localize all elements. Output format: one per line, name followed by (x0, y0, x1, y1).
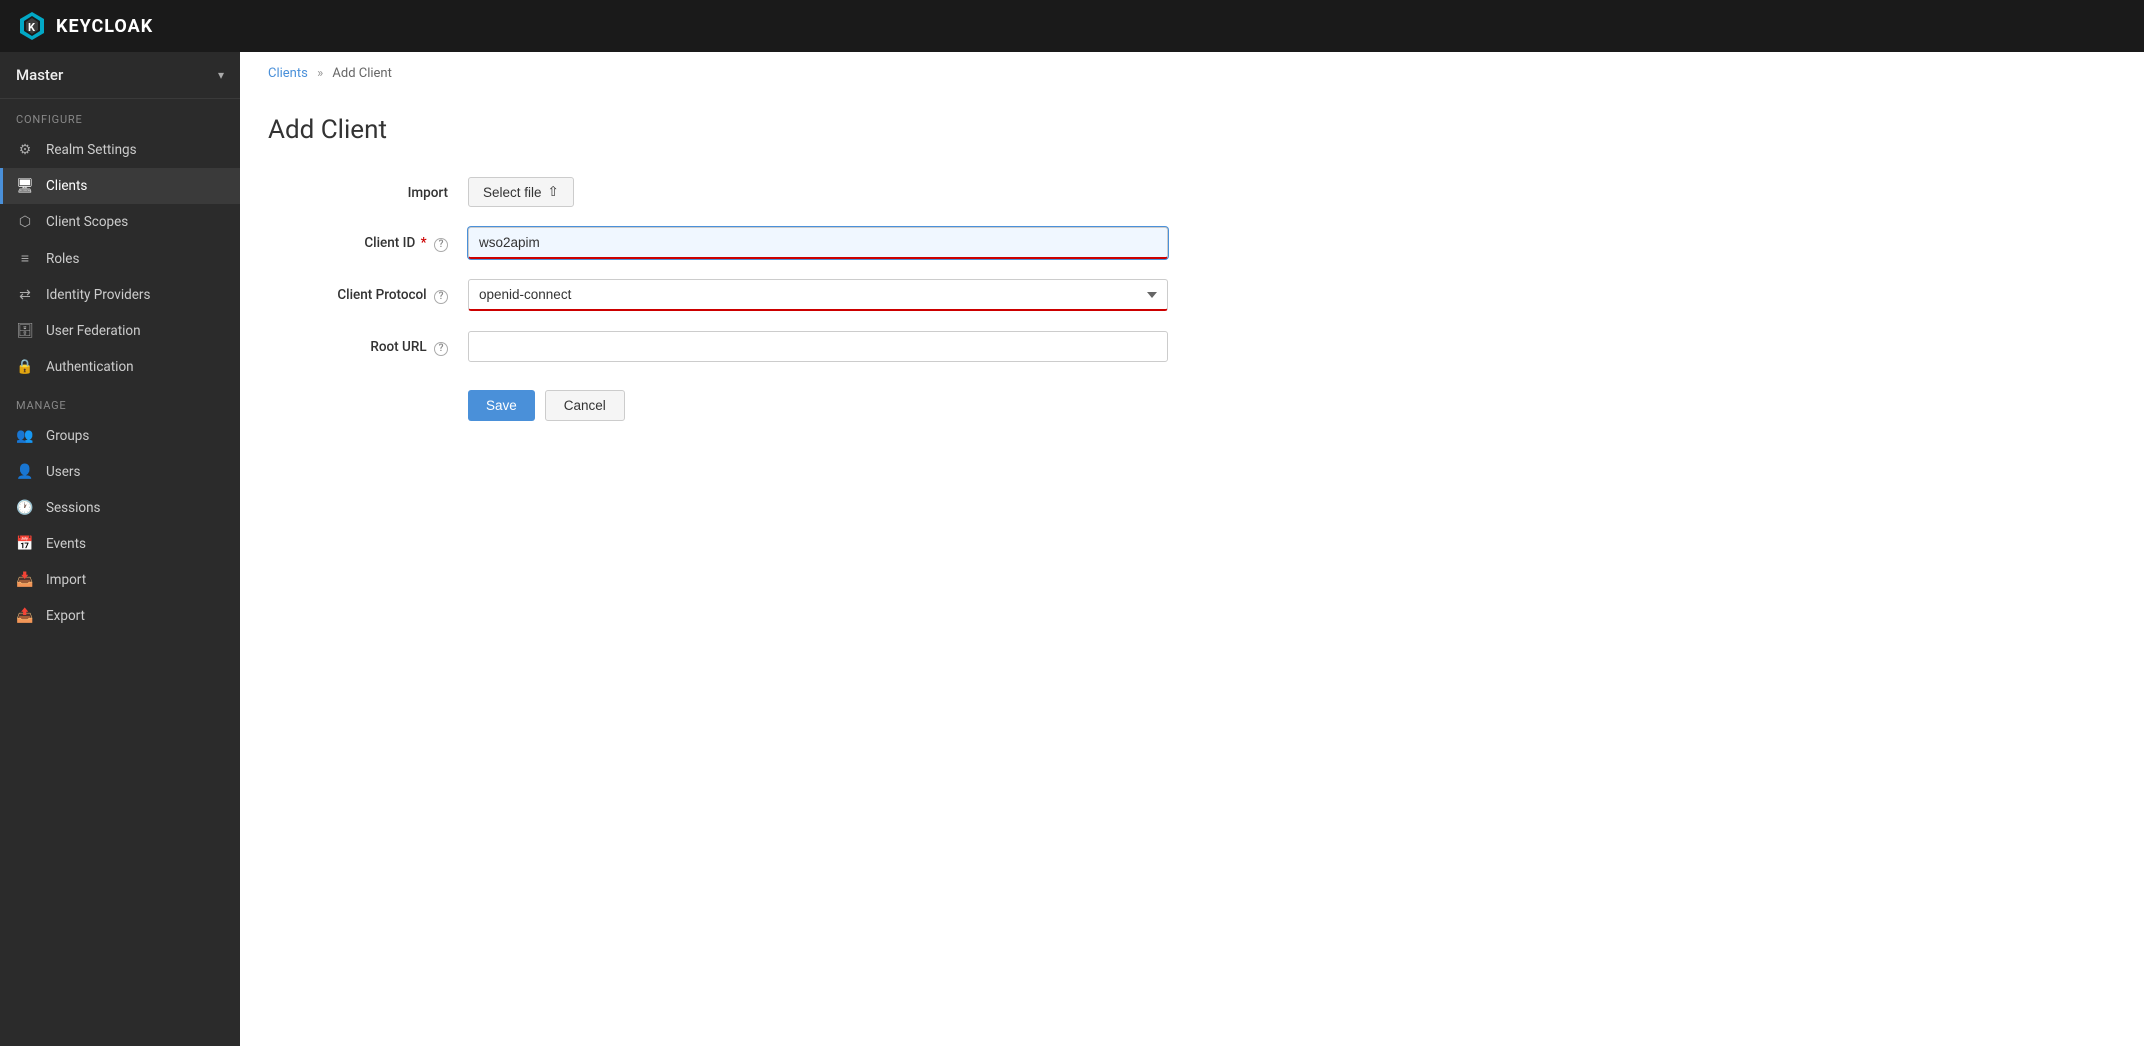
sidebar-item-label: Clients (46, 178, 87, 194)
client-scopes-icon: ⬡ (16, 214, 34, 230)
groups-icon: 👥 (16, 428, 34, 444)
realm-name: Master (16, 66, 63, 84)
client-id-label: Client ID * ? (268, 227, 468, 252)
sidebar-item-label: Realm Settings (46, 142, 137, 158)
root-url-label: Root URL ? (268, 331, 468, 356)
import-icon: 📥 (16, 572, 34, 588)
sidebar-item-client-scopes[interactable]: ⬡ Client Scopes (0, 204, 240, 240)
topbar: K KEYCLOAK (0, 0, 2144, 52)
client-protocol-row: Client Protocol ? openid-connect saml (268, 279, 1168, 311)
main-content: Clients » Add Client Add Client Import S… (240, 52, 2144, 1046)
sidebar-item-label: User Federation (46, 323, 141, 339)
import-control: Select file ⇧ (468, 177, 1168, 207)
brand-logo: K KEYCLOAK (16, 10, 153, 42)
select-file-button[interactable]: Select file ⇧ (468, 177, 574, 207)
sidebar-item-authentication[interactable]: 🔒 Authentication (0, 349, 240, 385)
sidebar-item-sessions[interactable]: 🕐 Sessions (0, 490, 240, 526)
sidebar-item-events[interactable]: 📅 Events (0, 526, 240, 562)
manage-section-label: Manage (0, 385, 240, 418)
client-protocol-help-icon[interactable]: ? (434, 290, 448, 304)
user-federation-icon: 🗄 (16, 323, 34, 339)
export-icon: 📤 (16, 608, 34, 624)
sidebar: Master ▾ Configure ⚙ Realm Settings 🖥 Cl… (0, 52, 240, 1046)
import-row: Import Select file ⇧ (268, 177, 1168, 207)
breadcrumb-current: Add Client (332, 66, 391, 81)
add-client-form: Import Select file ⇧ Client ID * ? (268, 177, 1168, 421)
svg-text:K: K (28, 21, 36, 34)
sidebar-item-label: Client Scopes (46, 214, 128, 230)
sidebar-item-label: Export (46, 608, 85, 624)
breadcrumb-parent[interactable]: Clients (268, 66, 308, 81)
realm-chevron-icon: ▾ (218, 68, 224, 82)
clients-icon: 🖥 (16, 178, 34, 194)
sidebar-item-realm-settings[interactable]: ⚙ Realm Settings (0, 132, 240, 168)
save-button[interactable]: Save (468, 390, 535, 421)
root-url-control (468, 331, 1168, 362)
sessions-icon: 🕐 (16, 500, 34, 516)
client-protocol-select[interactable]: openid-connect saml (468, 279, 1168, 311)
client-id-help-icon[interactable]: ? (434, 238, 448, 252)
users-icon: 👤 (16, 464, 34, 480)
sidebar-item-identity-providers[interactable]: ⇄ Identity Providers (0, 277, 240, 313)
client-id-input[interactable] (468, 227, 1168, 259)
sidebar-item-label: Roles (46, 251, 79, 267)
root-url-row: Root URL ? (268, 331, 1168, 362)
brand-name: KEYCLOAK (56, 16, 153, 37)
authentication-icon: 🔒 (16, 359, 34, 375)
identity-providers-icon: ⇄ (16, 287, 34, 303)
sidebar-item-label: Events (46, 536, 86, 552)
sidebar-item-users[interactable]: 👤 Users (0, 454, 240, 490)
sidebar-item-groups[interactable]: 👥 Groups (0, 418, 240, 454)
breadcrumb-separator: » (317, 66, 323, 81)
realm-selector[interactable]: Master ▾ (0, 52, 240, 99)
configure-section-label: Configure (0, 99, 240, 132)
client-id-row: Client ID * ? (268, 227, 1168, 259)
root-url-help-icon[interactable]: ? (434, 342, 448, 356)
sidebar-item-import[interactable]: 📥 Import (0, 562, 240, 598)
sidebar-item-clients[interactable]: 🖥 Clients (0, 168, 240, 204)
form-actions: Save Cancel (268, 390, 1168, 421)
events-icon: 📅 (16, 536, 34, 552)
realm-settings-icon: ⚙ (16, 142, 34, 158)
client-id-required: * (421, 235, 427, 251)
client-protocol-control: openid-connect saml (468, 279, 1168, 311)
sidebar-item-label: Groups (46, 428, 89, 444)
keycloak-logo-icon: K (16, 10, 48, 42)
sidebar-item-label: Users (46, 464, 80, 480)
breadcrumb: Clients » Add Client (240, 52, 2144, 95)
client-protocol-label: Client Protocol ? (268, 279, 468, 304)
page-title: Add Client (268, 115, 2116, 145)
sidebar-item-label: Authentication (46, 359, 134, 375)
upload-icon: ⇧ (548, 184, 559, 200)
sidebar-item-label: Identity Providers (46, 287, 150, 303)
sidebar-item-label: Sessions (46, 500, 101, 516)
sidebar-item-user-federation[interactable]: 🗄 User Federation (0, 313, 240, 349)
page-content: Add Client Import Select file ⇧ Clie (240, 95, 2144, 441)
roles-icon: ≡ (16, 250, 34, 267)
sidebar-item-roles[interactable]: ≡ Roles (0, 240, 240, 277)
sidebar-item-label: Import (46, 572, 86, 588)
sidebar-item-export[interactable]: 📤 Export (0, 598, 240, 634)
client-id-control (468, 227, 1168, 259)
import-label: Import (268, 177, 468, 201)
select-file-label: Select file (483, 185, 542, 200)
cancel-button[interactable]: Cancel (545, 390, 625, 421)
root-url-input[interactable] (468, 331, 1168, 362)
